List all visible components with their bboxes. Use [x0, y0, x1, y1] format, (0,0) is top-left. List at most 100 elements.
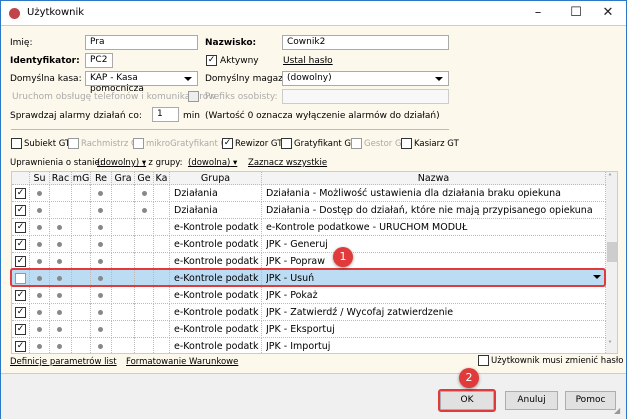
imie-input[interactable]: Pra [85, 35, 198, 50]
user-dialog: Użytkownik – ☐ ✕ Imię: Pra Nazwisko: Cow… [0, 0, 627, 419]
dot-icon [37, 327, 42, 332]
program-access-cell [91, 287, 112, 304]
column-header[interactable]: Ge [135, 172, 154, 185]
table-row[interactable]: ✓ e-Kontrole podatk JPK - Eksportuj [12, 321, 606, 338]
program-access-cell [50, 219, 72, 236]
stan-filter-dropdown[interactable]: (dowolny) ▾ [97, 158, 146, 168]
column-header[interactable]: Gra [112, 172, 135, 185]
maximize-button[interactable]: ☐ [561, 3, 591, 23]
identyfikator-label: Identyfikator: [10, 56, 80, 66]
program-access-cell [112, 185, 135, 202]
alarmy-note: (Wartość 0 oznacza wyłączenie alarmów do… [205, 111, 440, 121]
table-row[interactable]: ✓ e-Kontrole podatk JPK - Zatwierdź / Wyco… [12, 304, 606, 321]
dot-icon [142, 208, 147, 213]
alarmy-input[interactable]: 1 [152, 107, 179, 122]
dot-icon [37, 208, 42, 213]
column-header[interactable]: mG [72, 172, 91, 185]
row-checkbox[interactable]: ✓ [15, 290, 26, 301]
program-checkbox[interactable] [281, 138, 292, 149]
column-header[interactable] [12, 172, 30, 185]
prefiks-input[interactable] [282, 89, 449, 104]
ustal-haslo-link[interactable]: Ustal hasło [283, 56, 333, 66]
program-checkbox[interactable] [11, 138, 22, 149]
must-change-password-checkbox[interactable] [478, 355, 489, 366]
dot-icon [57, 327, 62, 332]
program-label: Rewizor GT [235, 139, 283, 149]
column-header[interactable]: Re [91, 172, 112, 185]
stan-label: Uprawnienia o stanie: [10, 158, 103, 168]
program-access-cell [112, 287, 135, 304]
program-access-cell [30, 236, 50, 253]
column-header[interactable]: Su [30, 172, 50, 185]
cancel-button[interactable]: Anuluj [505, 391, 558, 410]
app-icon [9, 8, 20, 19]
row-grupa: e-Kontrole podatk [174, 236, 262, 253]
program-access-cell [91, 185, 112, 202]
minimize-button[interactable]: – [523, 3, 553, 23]
row-checkbox[interactable]: ✓ [15, 239, 26, 250]
identyfikator-input[interactable]: PC2 [85, 53, 113, 68]
column-header[interactable]: Ka [154, 172, 170, 185]
table-row[interactable]: ✓ e-Kontrole podatk JPK - Generuj [12, 236, 606, 253]
scrollbar-thumb[interactable] [607, 242, 617, 262]
program-checkbox[interactable]: ✓ [222, 138, 233, 149]
program-access-cell [30, 185, 50, 202]
program-access-cell [112, 304, 135, 321]
row-grupa: e-Kontrole podatk [174, 219, 262, 236]
program-access-cell [72, 338, 91, 353]
program-checkbox[interactable] [68, 138, 79, 149]
program-checkbox[interactable] [401, 138, 412, 149]
program-access-cell [154, 321, 170, 338]
prefiks-label: Prefiks osobisty: [205, 92, 278, 102]
row-checkbox[interactable]: ✓ [15, 341, 26, 352]
telefony-checkbox[interactable] [188, 91, 199, 102]
table-row[interactable]: ✓ Działania Działania - Dostęp do działań,… [12, 202, 606, 219]
column-header[interactable]: Grupa [170, 172, 262, 185]
row-checkbox[interactable]: ✓ [15, 205, 26, 216]
grupa-filter-dropdown[interactable]: (dowolna) ▾ [188, 158, 237, 168]
row-checkbox[interactable]: ✓ [15, 307, 26, 318]
help-button[interactable]: Pomoc [565, 391, 616, 410]
table-row[interactable]: ✓ e-Kontrole podatk JPK - Pokaż [12, 287, 606, 304]
vertical-scrollbar[interactable]: ˄ ˅ [606, 172, 617, 353]
scroll-up-icon[interactable]: ˄ [608, 173, 612, 182]
row-checkbox[interactable]: ✓ [15, 256, 26, 267]
row-checkbox-cell: ✓ [12, 287, 30, 304]
program-access-cell [112, 202, 135, 219]
row-checkbox[interactable]: ✓ [15, 188, 26, 199]
column-header[interactable]: Nazwa [262, 172, 606, 185]
row-nazwa: JPK - Zatwierdź / Wycofaj zatwierdzenie [266, 304, 606, 321]
program-checkbox[interactable] [133, 138, 144, 149]
table-row[interactable]: ✓ Działania Działania - Możliwość ustawien… [12, 185, 606, 202]
scroll-down-icon[interactable]: ˅ [608, 340, 612, 349]
row-grupa: e-Kontrole podatk [174, 304, 262, 321]
aktywny-checkbox[interactable]: ✓ [206, 55, 217, 66]
column-header[interactable]: Rac [50, 172, 72, 185]
close-button[interactable]: ✕ [593, 3, 623, 23]
row-checkbox[interactable]: ✓ [15, 222, 26, 233]
dot-icon [98, 208, 103, 213]
program-access-cell [154, 287, 170, 304]
dot-icon [98, 344, 103, 349]
program-access-cell [50, 287, 72, 304]
row-checkbox[interactable]: ✓ [15, 324, 26, 335]
dot-icon [98, 293, 103, 298]
formatowanie-link[interactable]: Formatowanie Warunkowe [126, 357, 238, 367]
imie-label: Imię: [10, 38, 33, 48]
program-checkbox[interactable] [351, 138, 362, 149]
program-access-cell [50, 185, 72, 202]
program-label: Kasiarz GT [414, 139, 459, 149]
row-grupa: Działania [174, 185, 262, 202]
table-row[interactable]: ✓ e-Kontrole podatk JPK - Importuj [12, 338, 606, 353]
nazwisko-input[interactable]: Cownik2 [282, 35, 449, 50]
resize-grip-icon[interactable]: ◢ [614, 406, 620, 415]
kasa-label: Domyślna kasa: [10, 74, 82, 84]
program-access-cell [50, 321, 72, 338]
kasa-select[interactable]: KAP - Kasa pomocnicza [85, 71, 198, 94]
row-checkbox-cell: ✓ [12, 185, 30, 202]
select-all-link[interactable]: Zaznacz wszystkie [248, 158, 327, 168]
definicje-link[interactable]: Definicje parametrów list [10, 357, 117, 367]
table-row[interactable]: ✓ e-Kontrole podatk e-Kontrole podatkowe -… [12, 219, 606, 236]
row-nazwa: JPK - Eksportuj [266, 321, 606, 338]
magazyn-select[interactable]: (dowolny) [282, 71, 449, 86]
